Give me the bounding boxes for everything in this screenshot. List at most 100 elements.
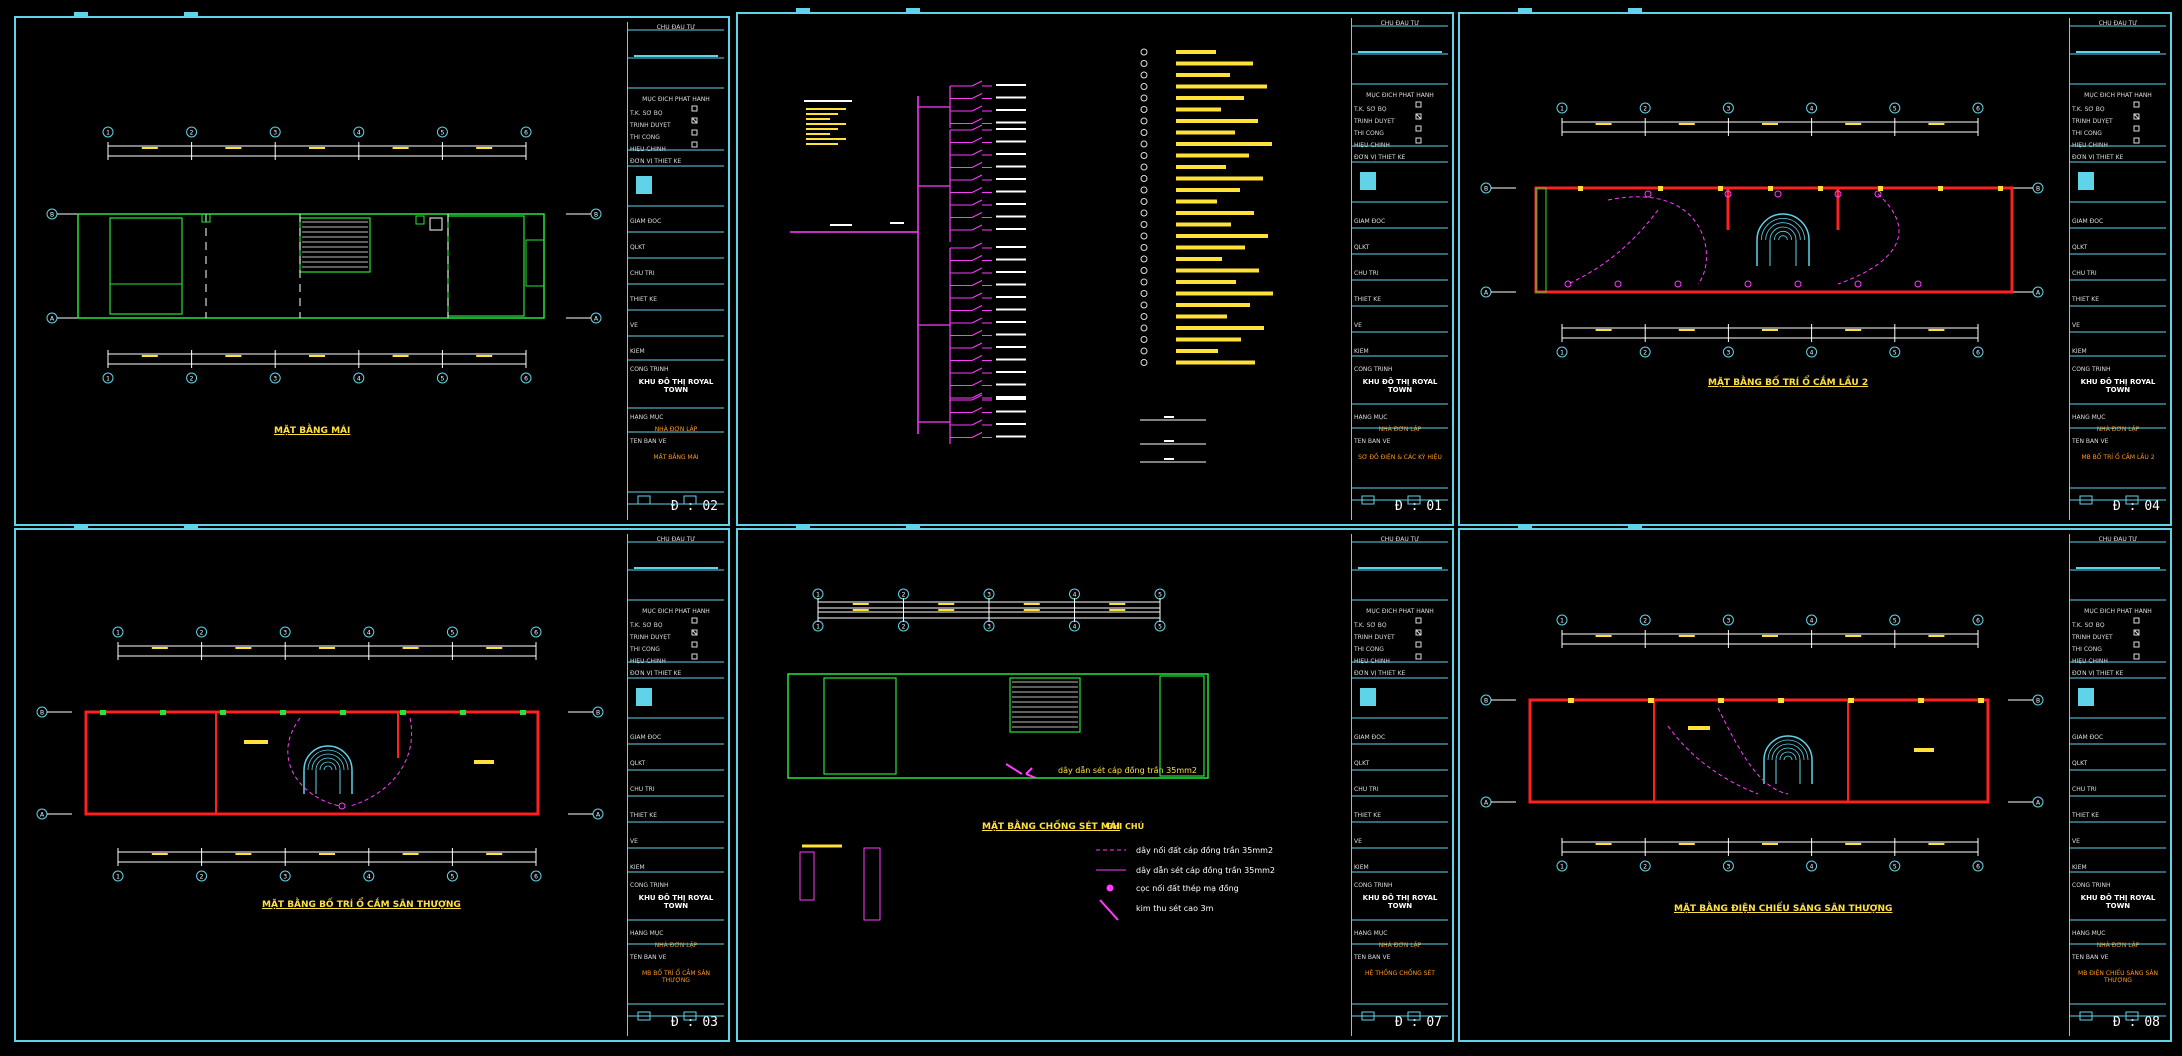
- drawing-caption: MẶT BẰNG MÁI: [274, 426, 351, 436]
- legend-item-2: dây dẫn sét cáp đồng trần 35mm2: [1136, 866, 1276, 875]
- sheet-number: Đ : 03: [671, 1015, 718, 1030]
- option-1: T.K. SƠ BỘ: [630, 622, 663, 629]
- item-name: NHÀ ĐƠN LẬP: [654, 426, 698, 433]
- option-4: HIỆU CHỈNH: [2072, 658, 2108, 665]
- designer-label: ĐƠN VỊ THIẾT KẾ: [2072, 670, 2124, 677]
- item-label: HẠNG MỤC: [630, 414, 664, 421]
- role-2: QLKT: [2072, 760, 2088, 767]
- role-4: THIẾT KẾ: [2072, 296, 2100, 303]
- sheet-number: Đ : 04: [2113, 499, 2160, 514]
- item-label: HẠNG MỤC: [1354, 414, 1388, 421]
- role-6: KIỂM: [630, 348, 645, 355]
- legend-item-1: dây nối đất cáp đồng trần 35mm2: [1136, 846, 1274, 855]
- project-label: CÔNG TRÌNH: [1354, 366, 1393, 373]
- option-4: HIỆU CHỈNH: [1354, 142, 1390, 149]
- drawing-label: TÊN BẢN VẼ: [2072, 438, 2109, 445]
- role-6: KIỂM: [630, 864, 645, 871]
- project-label: CÔNG TRÌNH: [2072, 882, 2111, 889]
- role-4: THIẾT KẾ: [1354, 812, 1382, 819]
- down-conductor-note: dây dẫn sét cáp đồng trần 35mm2: [1058, 766, 1198, 775]
- role-5: VẼ: [2072, 322, 2080, 329]
- designer-label: ĐƠN VỊ THIẾT KẾ: [630, 158, 682, 165]
- title-block: CHỦ ĐẦU TƯ MỤC ĐÍCH PHÁT HÀNH T.K. SƠ BỘ…: [2069, 534, 2166, 1036]
- owner-label: CHỦ ĐẦU TƯ: [1380, 20, 1420, 27]
- option-1: T.K. SƠ BỘ: [1354, 622, 1387, 629]
- title-block: CHỦ ĐẦU TƯ MỤC ĐÍCH PHÁT HÀNH T.K. SƠ BỘ…: [1351, 18, 1448, 520]
- designer-label: ĐƠN VỊ THIẾT KẾ: [2072, 154, 2124, 161]
- option-3: THI CÔNG: [2072, 130, 2102, 137]
- title-block: CHỦ ĐẦU TƯ MỤC ĐÍCH PHÁT HÀNH T.K. SƠ BỘ…: [2069, 18, 2166, 520]
- role-1: GIÁM ĐỐC: [1354, 734, 1386, 741]
- item-label: HẠNG MỤC: [630, 930, 664, 937]
- option-1: T.K. SƠ BỘ: [630, 110, 663, 117]
- option-3: THI CÔNG: [2072, 646, 2102, 653]
- drawing-caption: MẶT BẰNG CHỐNG SÉT MÁI: [982, 822, 1121, 832]
- cad-drawing-canvas: CHỦ ĐẦU TƯ MỤC ĐÍCH PHÁT HÀNH T.K. SƠ BỘ…: [0, 0, 2182, 1056]
- sheet-number: Đ : 07: [1395, 1015, 1442, 1030]
- option-2: TRÌNH DUYỆT: [1354, 118, 1395, 125]
- role-2: QLKT: [2072, 244, 2088, 251]
- role-1: GIÁM ĐỐC: [630, 218, 662, 225]
- drawing-caption: MẶT BẰNG BỐ TRÍ Ổ CẮM LẦU 2: [1708, 378, 1869, 388]
- option-1: T.K. SƠ BỘ: [2072, 622, 2105, 629]
- drawing-label: TÊN BẢN VẼ: [1354, 954, 1391, 961]
- sheet-number: Đ : 01: [1395, 499, 1442, 514]
- project-label: CÔNG TRÌNH: [2072, 366, 2111, 373]
- role-5: VẼ: [1354, 838, 1362, 845]
- project-name: KHU ĐÔ THỊ ROYAL TOWN: [638, 378, 714, 394]
- role-3: CHỦ TRÌ: [1354, 270, 1379, 277]
- option-2: TRÌNH DUYỆT: [630, 634, 671, 641]
- project-name: KHU ĐÔ THỊ ROYAL TOWN: [1362, 894, 1438, 910]
- project-label: CÔNG TRÌNH: [630, 366, 669, 373]
- option-4: HIỆU CHỈNH: [630, 658, 666, 665]
- option-1: T.K. SƠ BỘ: [2072, 106, 2105, 113]
- role-3: CHỦ TRÌ: [630, 270, 655, 277]
- item-name: NHÀ ĐƠN LẬP: [2096, 942, 2140, 949]
- drawing-caption: MẶT BẰNG ĐIỆN CHIẾU SÁNG SÂN THƯỢNG: [1674, 904, 1893, 914]
- option-3: THI CÔNG: [630, 134, 660, 141]
- role-6: KIỂM: [2072, 864, 2087, 871]
- role-1: GIÁM ĐỐC: [630, 734, 662, 741]
- option-3: THI CÔNG: [1354, 130, 1384, 137]
- role-4: THIẾT KẾ: [630, 296, 658, 303]
- role-4: THIẾT KẾ: [2072, 812, 2100, 819]
- drawing-name: MB BỐ TRÍ Ổ CẮM SÂN THƯỢNG: [642, 970, 710, 984]
- title-block: CHỦ ĐẦU TƯ MỤC ĐÍCH PHÁT HÀNH T.K. SƠ BỘ…: [627, 22, 724, 520]
- option-3: THI CÔNG: [630, 646, 660, 653]
- option-4: HIỆU CHỈNH: [1354, 658, 1390, 665]
- role-2: QLKT: [630, 760, 646, 767]
- legend-title: GHI CHÚ: [1106, 822, 1145, 831]
- purpose-label: MỤC ĐÍCH PHÁT HÀNH: [2084, 92, 2152, 99]
- project-label: CÔNG TRÌNH: [630, 882, 669, 889]
- item-name: NHÀ ĐƠN LẬP: [1378, 942, 1422, 949]
- drawing-name: SƠ ĐỒ ĐIỆN & CÁC KÝ HIỆU: [1358, 454, 1442, 461]
- sheet-number: Đ : 08: [2113, 1015, 2160, 1030]
- designer-label: ĐƠN VỊ THIẾT KẾ: [1354, 154, 1406, 161]
- role-1: GIÁM ĐỐC: [2072, 734, 2104, 741]
- role-3: CHỦ TRÌ: [2072, 270, 2097, 277]
- sheet-roof-plan: CHỦ ĐẦU TƯ MỤC ĐÍCH PHÁT HÀNH T.K. SƠ BỘ…: [14, 16, 730, 526]
- project-name: KHU ĐÔ THỊ ROYAL TOWN: [1362, 378, 1438, 394]
- role-3: CHỦ TRÌ: [1354, 786, 1379, 793]
- item-label: HẠNG MỤC: [2072, 930, 2106, 937]
- role-6: KIỂM: [2072, 348, 2087, 355]
- option-2: TRÌNH DUYỆT: [630, 122, 671, 129]
- title-block: CHỦ ĐẦU TƯ MỤC ĐÍCH PHÁT HÀNH T.K. SƠ BỘ…: [627, 534, 724, 1036]
- role-3: CHỦ TRÌ: [2072, 786, 2097, 793]
- option-2: TRÌNH DUYỆT: [2072, 118, 2113, 125]
- purpose-label: MỤC ĐÍCH PHÁT HÀNH: [2084, 608, 2152, 615]
- drawing-name: MB BỐ TRÍ Ổ CẮM LẦU 2: [2081, 454, 2155, 461]
- option-4: HIỆU CHỈNH: [630, 146, 666, 153]
- drawing-label: TÊN BẢN VẼ: [630, 954, 667, 961]
- drawing-label: TÊN BẢN VẼ: [1354, 438, 1391, 445]
- option-3: THI CÔNG: [1354, 646, 1384, 653]
- owner-label: CHỦ ĐẦU TƯ: [656, 24, 696, 31]
- owner-label: CHỦ ĐẦU TƯ: [1380, 536, 1420, 543]
- option-2: TRÌNH DUYỆT: [2072, 634, 2113, 641]
- role-5: VẼ: [1354, 322, 1362, 329]
- title-block: CHỦ ĐẦU TƯ MỤC ĐÍCH PHÁT HÀNH T.K. SƠ BỘ…: [1351, 534, 1448, 1036]
- role-2: QLKT: [630, 244, 646, 251]
- role-1: GIÁM ĐỐC: [2072, 218, 2104, 225]
- drawing-name: HỆ THỐNG CHỐNG SÉT: [1365, 970, 1435, 977]
- role-4: THIẾT KẾ: [630, 812, 658, 819]
